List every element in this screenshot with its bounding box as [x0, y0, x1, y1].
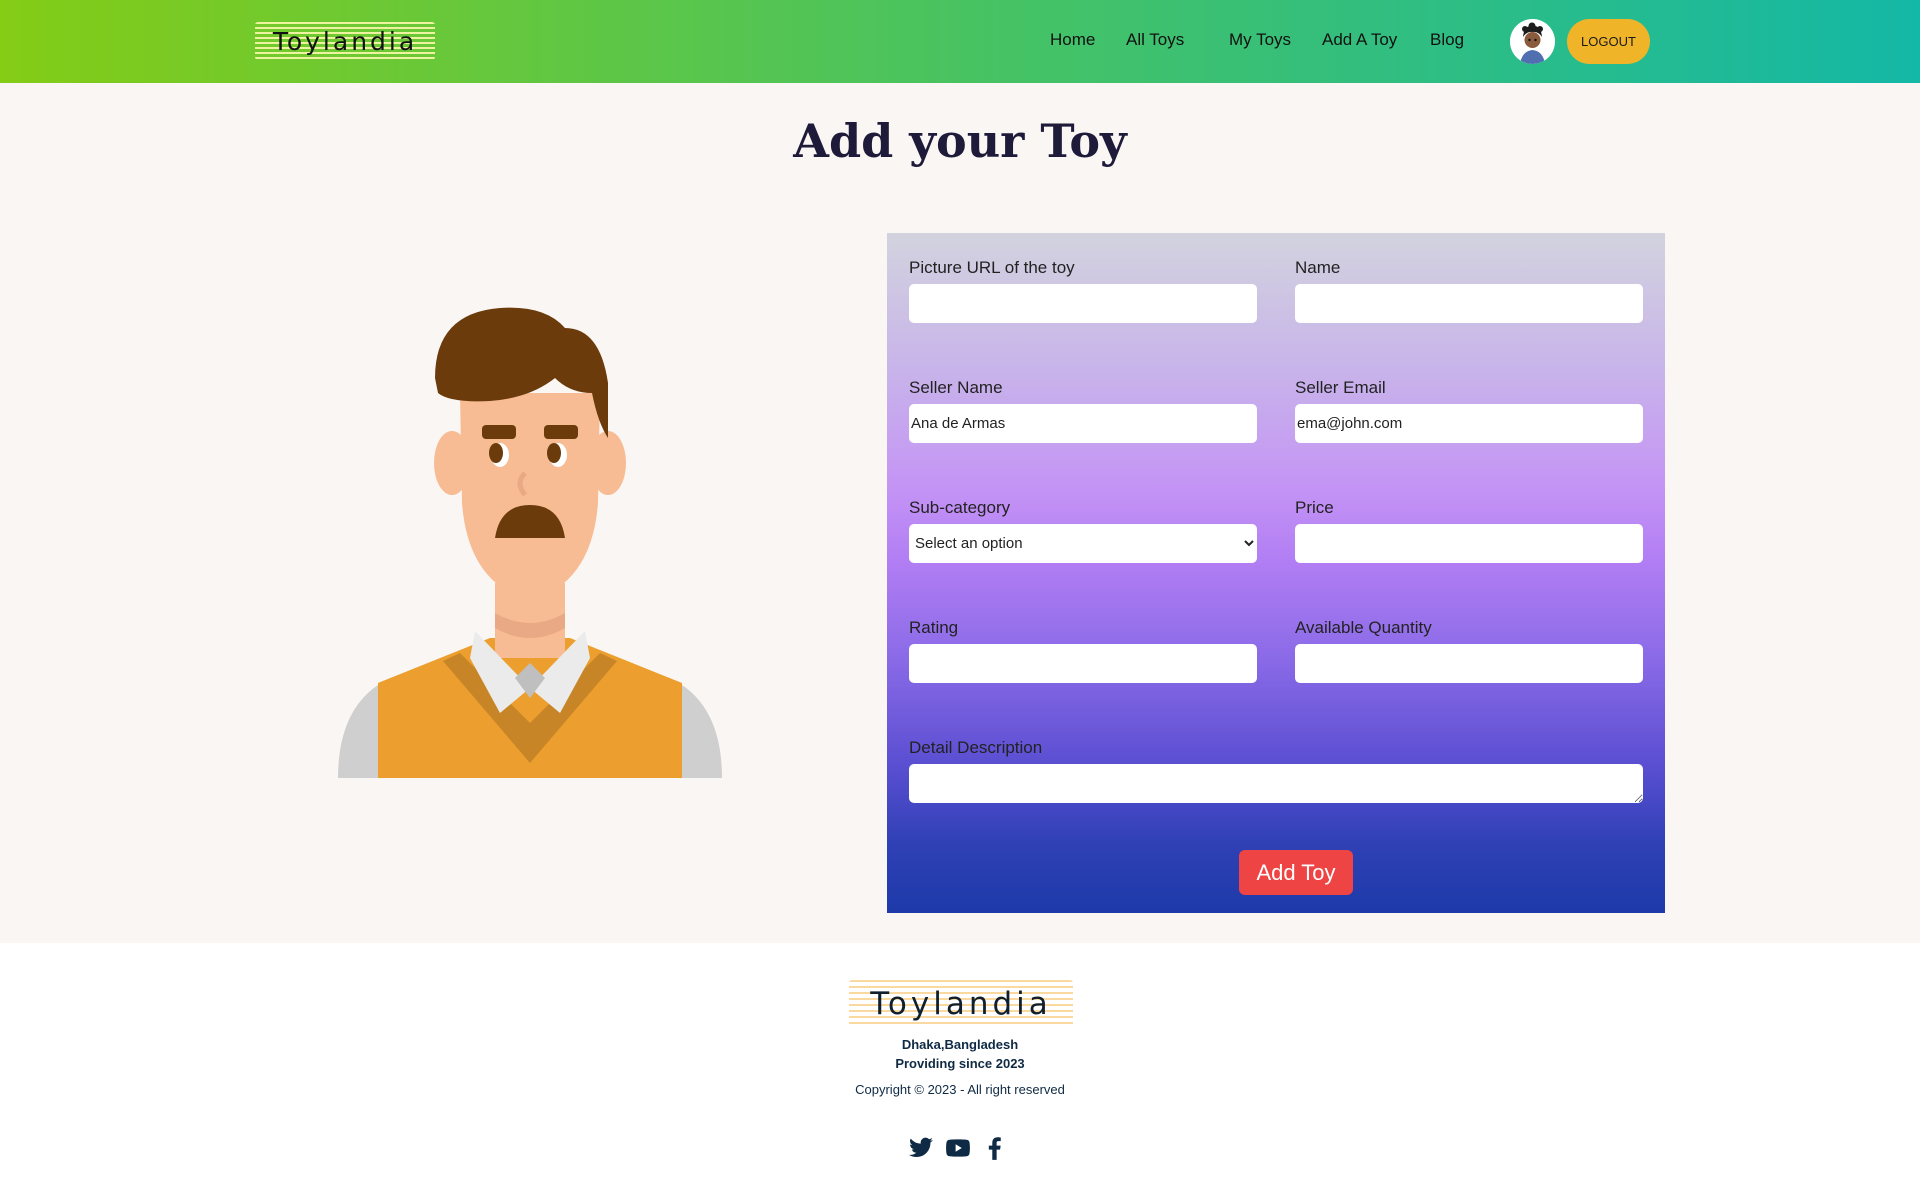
nav-link-all-toys[interactable]: All Toys: [1126, 30, 1184, 50]
name-label: Name: [1295, 258, 1341, 277]
main-content: Add your Toy Picture URL of the toy Name…: [0, 83, 1920, 943]
subcategory-field: Sub-category Select an option: [909, 498, 1257, 563]
name-field: Name: [1295, 258, 1643, 323]
seller-name-label: Seller Name: [909, 378, 1003, 397]
price-field: Price: [1295, 498, 1643, 563]
seller-name-field: Seller Name: [909, 378, 1257, 443]
social-links: [908, 1135, 1008, 1163]
footer-since: Providing since 2023: [895, 1056, 1025, 1071]
add-toy-button[interactable]: Add Toy: [1239, 850, 1353, 895]
twitter-icon[interactable]: [908, 1135, 934, 1161]
quantity-label: Available Quantity: [1295, 618, 1432, 637]
nav-link-my-toys[interactable]: My Toys: [1229, 30, 1291, 50]
subcategory-label: Sub-category: [909, 498, 1011, 517]
page-title: Add your Toy: [793, 114, 1127, 168]
rating-label: Rating: [909, 618, 959, 637]
footer-logo-text: Toylandia: [870, 986, 1052, 1022]
nav-link-home[interactable]: Home: [1050, 30, 1095, 50]
subcategory-select[interactable]: Select an option: [909, 524, 1257, 563]
navbar: Toylandia Home All Toys My Toys Add A To…: [0, 0, 1920, 83]
quantity-field: Available Quantity: [1295, 618, 1643, 683]
avatar-icon: [1510, 19, 1555, 64]
rating-input[interactable]: [909, 644, 1257, 683]
quantity-input[interactable]: [1295, 644, 1643, 683]
price-label: Price: [1295, 498, 1334, 517]
seller-email-input[interactable]: [1295, 404, 1643, 443]
seller-email-label: Seller Email: [1295, 378, 1386, 397]
footer-copyright: Copyright © 2023 - All right reserved: [855, 1082, 1065, 1097]
description-textarea[interactable]: [909, 764, 1643, 803]
name-input[interactable]: [1295, 284, 1643, 323]
facebook-icon[interactable]: [982, 1135, 1008, 1161]
nav-link-blog[interactable]: Blog: [1430, 30, 1464, 50]
seller-name-input[interactable]: [909, 404, 1257, 443]
footer-location: Dhaka,Bangladesh: [901, 1037, 1019, 1052]
description-field: Detail Description: [909, 738, 1643, 803]
nav-link-add-a-toy[interactable]: Add A Toy: [1322, 30, 1397, 50]
footer: Toylandia Dhaka,Bangladesh Providing sin…: [0, 943, 1920, 1196]
man-illustration: [330, 283, 730, 783]
user-avatar[interactable]: [1510, 19, 1555, 64]
picture-url-field: Picture URL of the toy: [909, 258, 1257, 323]
youtube-icon[interactable]: [945, 1135, 971, 1161]
logout-button[interactable]: LOGOUT: [1567, 19, 1650, 64]
description-label: Detail Description: [909, 738, 1043, 757]
seller-email-field: Seller Email: [1295, 378, 1643, 443]
picture-url-input[interactable]: [909, 284, 1257, 323]
price-input[interactable]: [1295, 524, 1643, 563]
footer-logo[interactable]: Toylandia: [849, 980, 1073, 1028]
man-avatar-illustration-icon: [338, 307, 722, 778]
rating-field: Rating: [909, 618, 1257, 683]
picture-url-label: Picture URL of the toy: [909, 258, 1075, 277]
add-toy-form: Picture URL of the toy Name Seller Name …: [887, 233, 1665, 913]
